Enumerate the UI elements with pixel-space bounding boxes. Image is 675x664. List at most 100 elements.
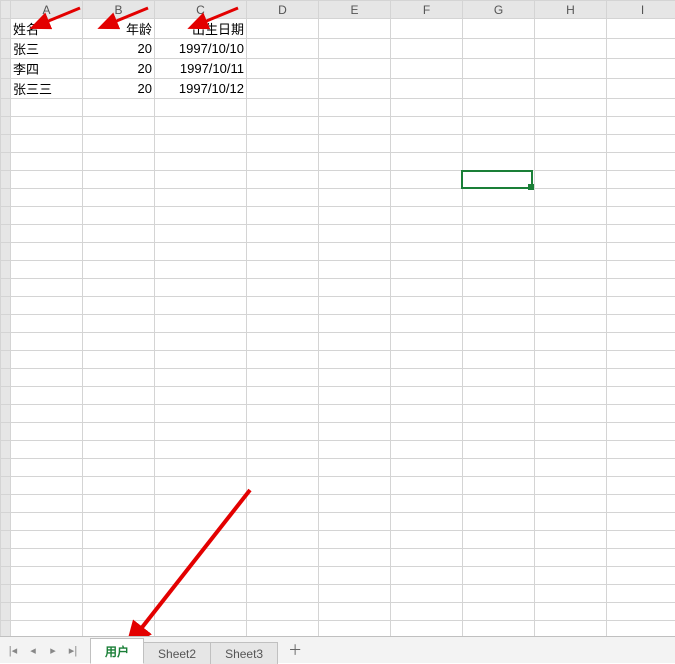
select-all-corner[interactable] <box>1 1 11 19</box>
tab-nav-last-button[interactable]: ▸| <box>64 641 82 659</box>
cell[interactable] <box>607 261 675 279</box>
cell[interactable] <box>535 603 607 621</box>
cell[interactable] <box>11 369 83 387</box>
cell[interactable] <box>391 189 463 207</box>
sheet-tab[interactable]: Sheet3 <box>210 642 278 664</box>
cell[interactable] <box>463 189 535 207</box>
cell[interactable] <box>607 549 675 567</box>
cell[interactable]: 姓名 <box>11 19 83 39</box>
cell[interactable] <box>155 225 247 243</box>
row-header[interactable] <box>1 405 11 423</box>
cell[interactable] <box>535 459 607 477</box>
cell[interactable] <box>607 405 675 423</box>
cell[interactable] <box>155 549 247 567</box>
cell[interactable] <box>83 549 155 567</box>
cell[interactable] <box>247 279 319 297</box>
row-header[interactable] <box>1 441 11 459</box>
cell[interactable] <box>535 39 607 59</box>
cell[interactable] <box>155 567 247 585</box>
cell[interactable] <box>247 225 319 243</box>
cell[interactable] <box>83 135 155 153</box>
cell[interactable] <box>319 261 391 279</box>
cell[interactable]: 张三 <box>11 39 83 59</box>
cell[interactable] <box>463 603 535 621</box>
cell[interactable] <box>535 243 607 261</box>
cell[interactable] <box>535 513 607 531</box>
row-header[interactable] <box>1 117 11 135</box>
cell[interactable]: 张三三 <box>11 79 83 99</box>
cell[interactable] <box>391 79 463 99</box>
cell[interactable] <box>535 279 607 297</box>
cell[interactable] <box>247 243 319 261</box>
cell[interactable] <box>155 513 247 531</box>
row-header[interactable] <box>1 261 11 279</box>
col-header-E[interactable]: E <box>319 1 391 19</box>
cell[interactable] <box>247 59 319 79</box>
cell[interactable] <box>391 261 463 279</box>
cell[interactable]: 1997/10/10 <box>155 39 247 59</box>
cell[interactable] <box>607 243 675 261</box>
cell[interactable] <box>391 405 463 423</box>
cell[interactable] <box>319 243 391 261</box>
cell[interactable] <box>247 99 319 117</box>
cell[interactable] <box>319 549 391 567</box>
cell[interactable] <box>607 351 675 369</box>
cell[interactable] <box>83 297 155 315</box>
cell[interactable] <box>11 351 83 369</box>
cell[interactable] <box>607 59 675 79</box>
cell[interactable] <box>535 333 607 351</box>
cell[interactable] <box>11 99 83 117</box>
row-header[interactable] <box>1 585 11 603</box>
cell[interactable] <box>463 261 535 279</box>
cell[interactable] <box>391 171 463 189</box>
cell[interactable] <box>391 477 463 495</box>
cell[interactable] <box>535 495 607 513</box>
cell[interactable] <box>11 441 83 459</box>
cell[interactable] <box>463 59 535 79</box>
cell[interactable] <box>247 333 319 351</box>
cell[interactable] <box>463 495 535 513</box>
cell[interactable] <box>319 585 391 603</box>
cell[interactable] <box>535 189 607 207</box>
cell[interactable] <box>607 153 675 171</box>
cell[interactable] <box>11 585 83 603</box>
cell[interactable] <box>391 423 463 441</box>
cell[interactable] <box>83 261 155 279</box>
row-header[interactable] <box>1 531 11 549</box>
cell[interactable] <box>247 171 319 189</box>
cell[interactable] <box>11 567 83 585</box>
cell[interactable] <box>607 315 675 333</box>
cell[interactable] <box>463 531 535 549</box>
cell[interactable] <box>391 585 463 603</box>
cell[interactable] <box>155 279 247 297</box>
cell[interactable] <box>319 351 391 369</box>
cell[interactable] <box>83 225 155 243</box>
cell[interactable] <box>391 567 463 585</box>
row-header[interactable] <box>1 369 11 387</box>
cell[interactable]: 20 <box>83 79 155 99</box>
cell[interactable] <box>247 153 319 171</box>
cell[interactable] <box>607 369 675 387</box>
cell[interactable] <box>535 405 607 423</box>
cell[interactable] <box>391 513 463 531</box>
cell[interactable] <box>607 495 675 513</box>
cell[interactable] <box>463 117 535 135</box>
cell[interactable] <box>83 153 155 171</box>
cell[interactable] <box>83 495 155 513</box>
cell[interactable] <box>319 315 391 333</box>
cell[interactable] <box>247 79 319 99</box>
cell[interactable] <box>463 513 535 531</box>
cell[interactable] <box>155 423 247 441</box>
cell[interactable] <box>11 513 83 531</box>
cell[interactable] <box>535 79 607 99</box>
cell[interactable] <box>247 495 319 513</box>
row-header[interactable] <box>1 315 11 333</box>
cell[interactable] <box>463 549 535 567</box>
cell[interactable] <box>319 567 391 585</box>
cell[interactable] <box>319 297 391 315</box>
cell[interactable] <box>607 441 675 459</box>
cell[interactable] <box>535 261 607 279</box>
cell[interactable] <box>155 243 247 261</box>
cell[interactable] <box>607 297 675 315</box>
cell[interactable] <box>463 207 535 225</box>
